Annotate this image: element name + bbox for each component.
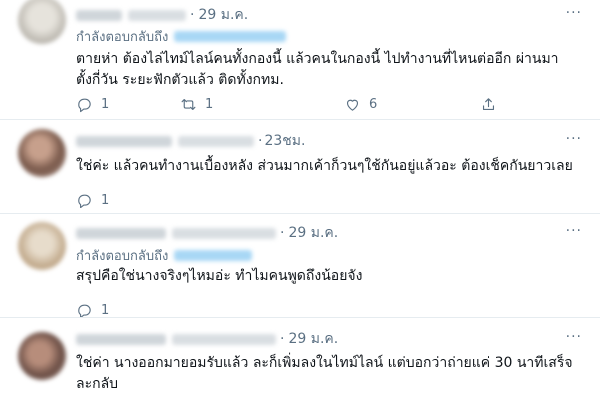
tweet-text: ตายห่า ต้องไล่ไทม์ไลน์คนทั้งกองนี้ แล้วค… <box>76 49 581 91</box>
author-handle[interactable] <box>172 227 276 239</box>
share-button[interactable] <box>480 94 497 114</box>
like-count: 6 <box>369 96 378 112</box>
tweet-text-line: ตายห่า ต้องไล่ไทม์ไลน์คนทั้งกองนี้ แล้วค… <box>76 51 559 67</box>
replying-to-handle[interactable] <box>174 249 253 261</box>
replying-to-label: กำลังตอบกลับถึง <box>76 29 169 45</box>
tweet-text-line: ใช่ค่ะ แล้วคนทำงานเบื้องหลัง ส่วนมากเค้า… <box>76 158 573 174</box>
replying-to-handle[interactable] <box>174 30 287 42</box>
share-icon <box>482 97 495 110</box>
reply-icon <box>78 194 91 208</box>
replying-to-label: กำลังตอบกลับถึง <box>76 248 169 264</box>
reply-icon <box>78 304 91 317</box>
separator-dot: · <box>280 331 285 347</box>
tweet-actions: 1 <box>76 190 506 208</box>
tweet-text: สรุปคือใช่นางจริงๆไหมอ่ะ ทำไมคนพูดถึงน้อ… <box>76 266 581 287</box>
tweet[interactable]: · 23ชม. ··· ใช่ค่ะ แล้วคนทำงานเบื้องหลัง… <box>0 120 600 214</box>
reply-button[interactable]: 1 <box>76 190 109 208</box>
tweet-header: · 29 ม.ค. <box>76 329 338 349</box>
tweet[interactable]: · 29 ม.ค. ··· กำลังตอบกลับถึง สรุปคือใช่… <box>0 214 600 318</box>
tweet-actions: 1 <box>76 300 506 317</box>
avatar[interactable] <box>18 0 66 44</box>
author-handle[interactable] <box>178 135 254 147</box>
tweet-actions: 1 1 6 <box>76 94 506 114</box>
author-handle[interactable] <box>128 9 186 21</box>
tweet-text-line: ละกลับ <box>76 376 119 392</box>
tweet-header: · 29 ม.ค. <box>76 5 248 25</box>
separator-dot: · <box>280 225 285 241</box>
like-icon <box>346 99 359 111</box>
more-icon[interactable]: ··· <box>566 131 582 147</box>
replying-to: กำลังตอบกลับถึง <box>76 26 287 46</box>
replying-to: กำลังตอบกลับถึง <box>76 245 253 265</box>
reply-button[interactable]: 1 <box>76 300 109 317</box>
timestamp[interactable]: 29 ม.ค. <box>288 222 338 244</box>
more-icon[interactable]: ··· <box>566 329 582 345</box>
tweet-text-line: ตั้งกี่วัน ระยะฟักตัวแล้ว ติดทั้งกทม. <box>76 72 284 88</box>
timestamp[interactable]: 29 ม.ค. <box>198 4 248 26</box>
author-handle[interactable] <box>172 333 276 345</box>
avatar[interactable] <box>18 222 66 270</box>
tweet[interactable]: · 29 ม.ค. ··· ใช่ค่า นางออกมายอมรับแล้ว … <box>0 318 600 403</box>
reply-count: 1 <box>101 192 110 208</box>
author-name[interactable] <box>76 227 166 239</box>
retweet-button[interactable]: 1 <box>180 94 213 114</box>
separator-dot: · <box>258 133 263 149</box>
tweet-header: · 29 ม.ค. <box>76 223 338 243</box>
tweet-text-line: ใช่ค่า นางออกมายอมรับแล้ว ละก็เพิ่มลงในไ… <box>76 355 573 371</box>
author-name[interactable] <box>76 135 172 147</box>
author-name[interactable] <box>76 333 166 345</box>
tweet-text-line: สรุปคือใช่นางจริงๆไหมอ่ะ ทำไมคนพูดถึงน้อ… <box>76 268 363 284</box>
separator-dot: · <box>190 7 195 23</box>
tweet-text: ใช่ค่ะ แล้วคนทำงานเบื้องหลัง ส่วนมากเค้า… <box>76 156 581 177</box>
like-button[interactable]: 6 <box>344 94 377 114</box>
avatar[interactable] <box>18 129 66 177</box>
reply-count: 1 <box>101 302 110 318</box>
reply-count: 1 <box>101 96 110 112</box>
retweet-icon <box>181 98 196 110</box>
tweet-text: ใช่ค่า นางออกมายอมรับแล้ว ละก็เพิ่มลงในไ… <box>76 353 581 395</box>
tweet-feed: · 29 ม.ค. ··· กำลังตอบกลับถึง ตายห่า ต้อ… <box>0 0 600 403</box>
timestamp[interactable]: 29 ม.ค. <box>288 328 338 350</box>
tweet[interactable]: · 29 ม.ค. ··· กำลังตอบกลับถึง ตายห่า ต้อ… <box>0 0 600 120</box>
timestamp[interactable]: 23ชม. <box>264 130 305 152</box>
reply-button[interactable]: 1 <box>76 94 109 114</box>
author-name[interactable] <box>76 9 122 21</box>
reply-icon <box>78 98 91 112</box>
more-icon[interactable]: ··· <box>566 5 582 21</box>
avatar[interactable] <box>18 332 66 380</box>
tweet-header: · 23ชม. <box>76 131 305 151</box>
retweet-count: 1 <box>205 96 214 112</box>
more-icon[interactable]: ··· <box>566 223 582 239</box>
